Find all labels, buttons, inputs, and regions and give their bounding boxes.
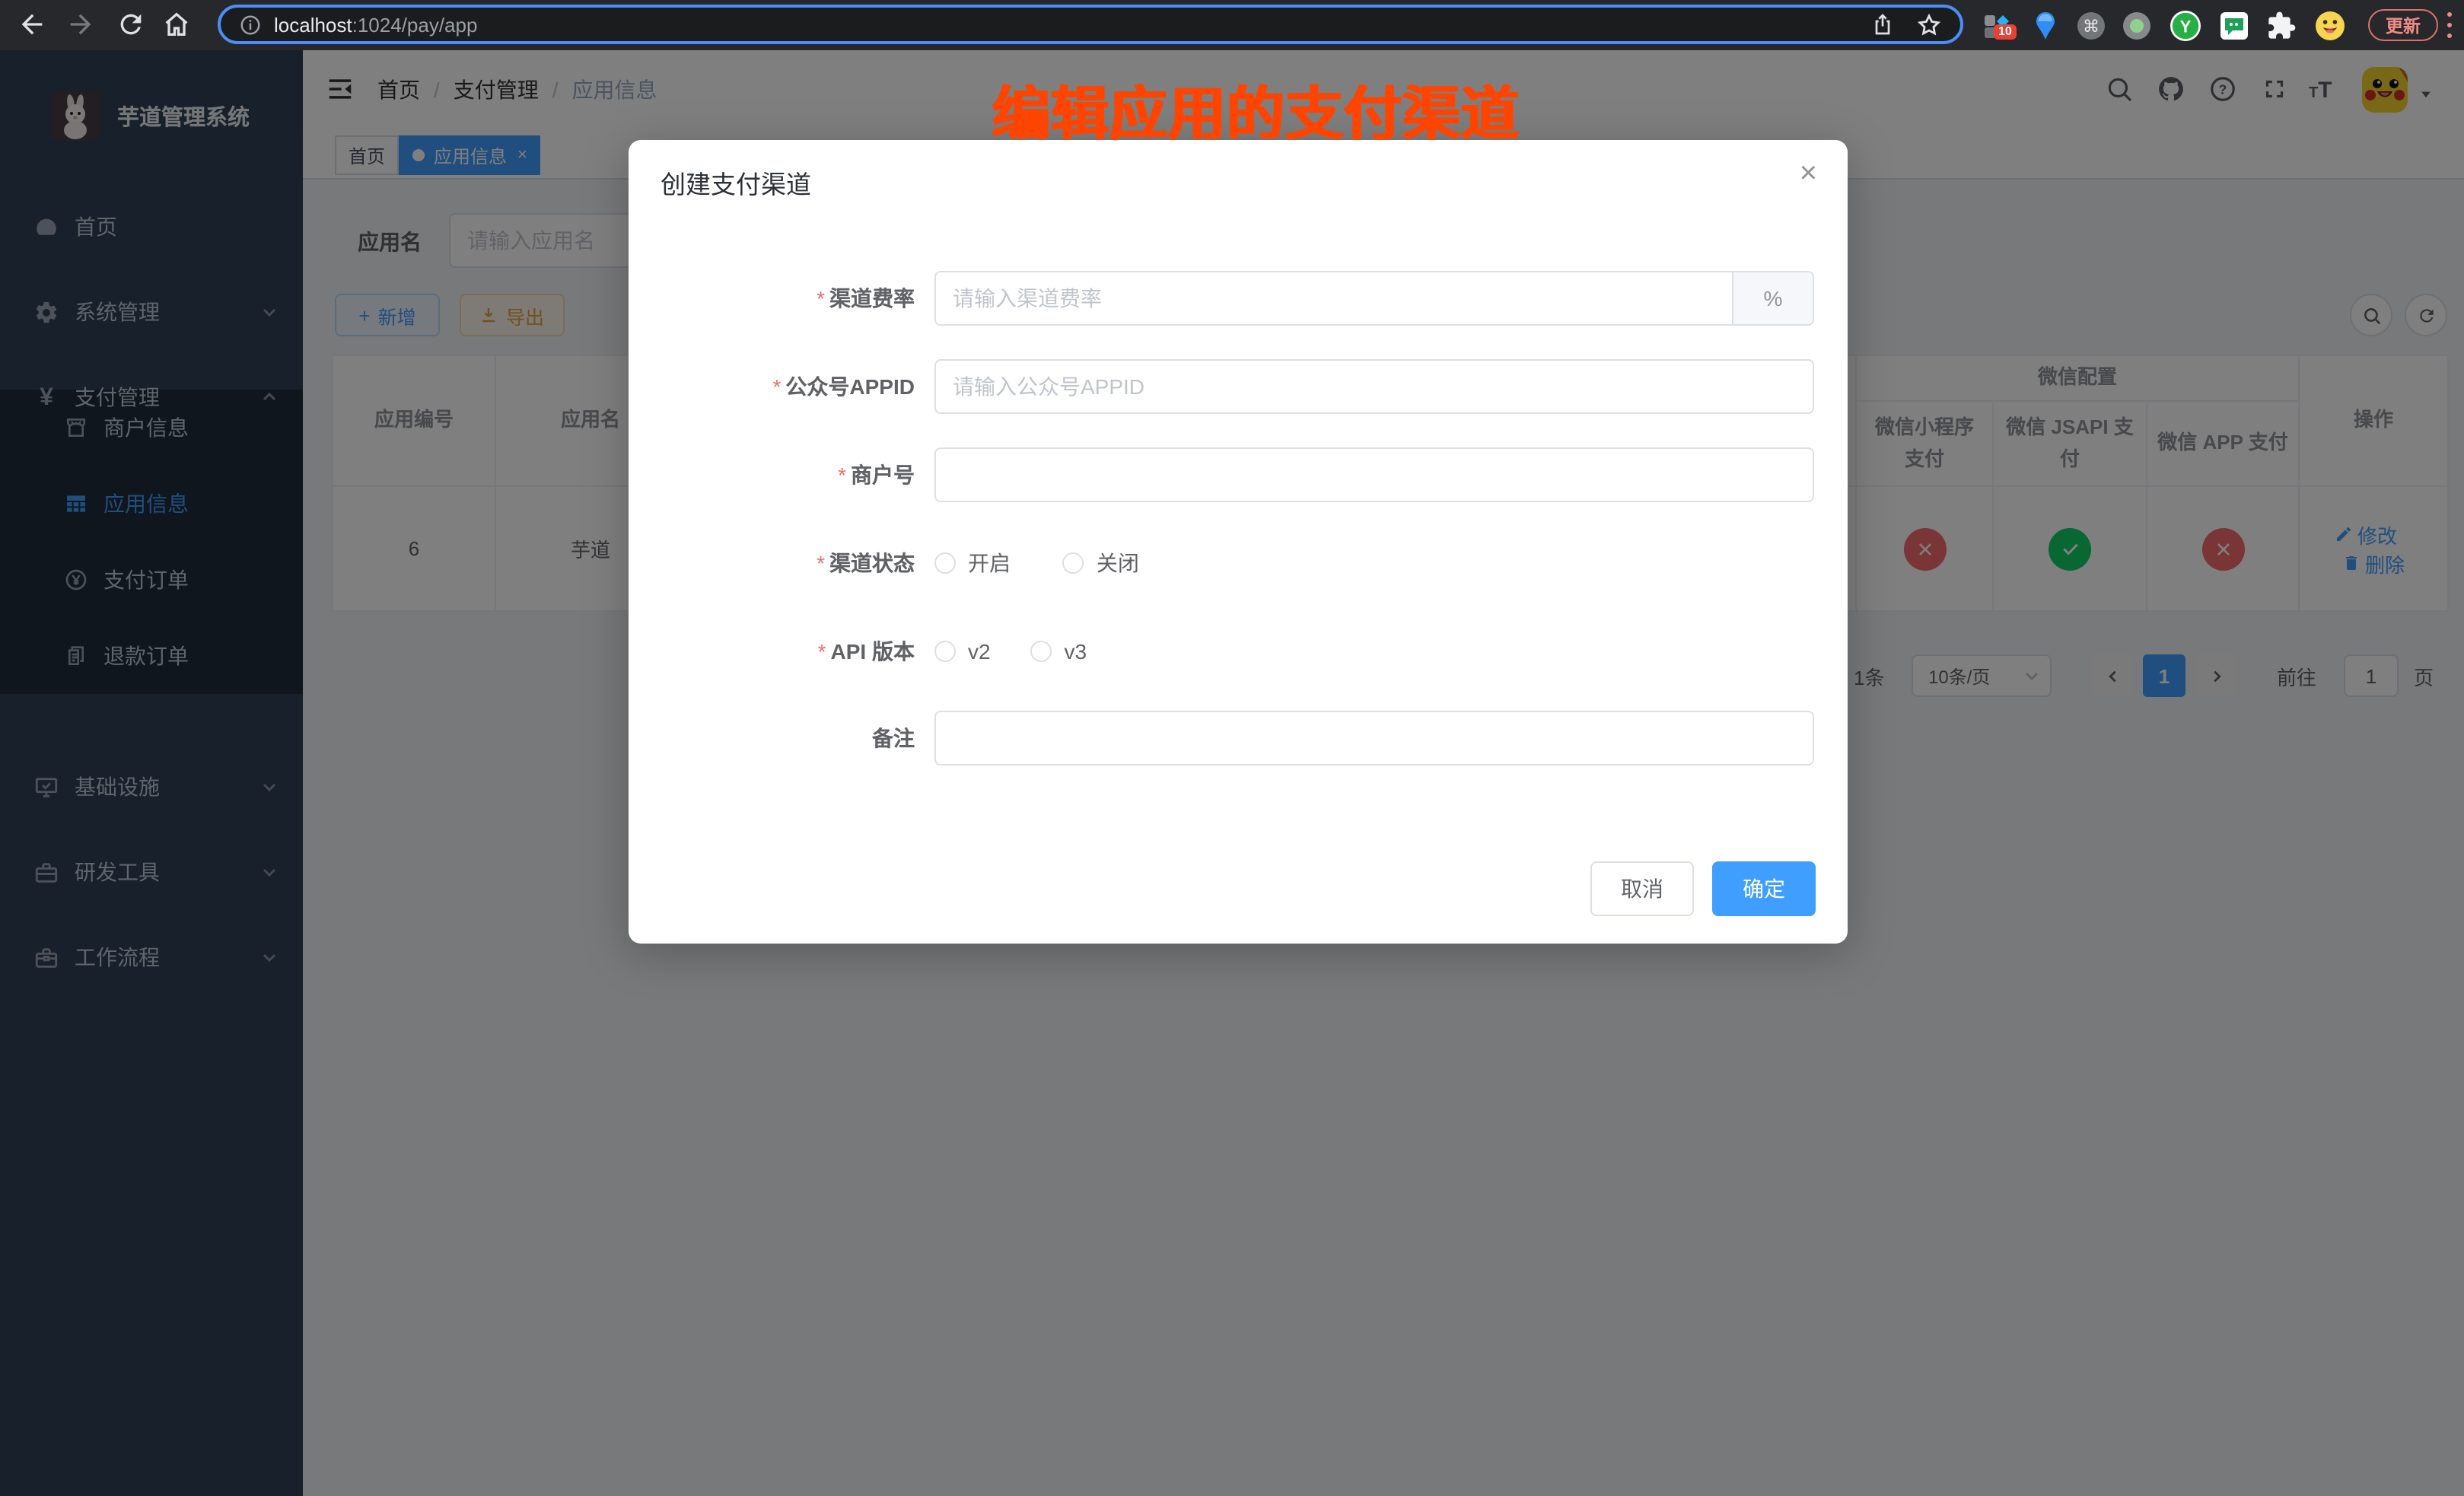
svg-text:⌘: ⌘ bbox=[2083, 17, 2099, 36]
extension-badge: 10 bbox=[1994, 24, 2017, 40]
api-label: *API 版本 bbox=[626, 624, 915, 679]
rate-suffix: % bbox=[1733, 271, 1814, 326]
dialog-title: 创建支付渠道 bbox=[661, 164, 811, 201]
create-channel-dialog: 创建支付渠道 × *渠道费率 % *公众号APPID *商户号 *渠道状态 开启… bbox=[629, 140, 1848, 944]
radio-icon bbox=[934, 552, 956, 574]
extension-chat-icon[interactable] bbox=[2219, 11, 2249, 41]
site-info-icon[interactable] bbox=[239, 13, 262, 36]
rate-field: % bbox=[934, 271, 1814, 326]
forward-icon[interactable] bbox=[65, 9, 96, 40]
profile-avatar-icon[interactable] bbox=[2315, 11, 2345, 41]
share-icon[interactable] bbox=[1870, 12, 1895, 37]
browser-window: localhost:1024/pay/app ⌘ Y 10 更新 bbox=[0, 0, 2464, 1496]
api-v2-radio[interactable]: v2 bbox=[934, 624, 991, 679]
extension-y-icon[interactable]: Y bbox=[2170, 11, 2201, 41]
appid-input[interactable] bbox=[934, 359, 1814, 414]
extension-balloon-icon[interactable] bbox=[2030, 11, 2061, 41]
status-field: 开启 关闭 bbox=[934, 536, 1814, 590]
reload-icon[interactable] bbox=[116, 9, 146, 40]
rate-label: *渠道费率 bbox=[626, 271, 915, 326]
remark-field bbox=[934, 711, 1814, 766]
svg-text:Y: Y bbox=[2180, 17, 2192, 36]
rate-input[interactable] bbox=[934, 271, 1733, 326]
back-icon[interactable] bbox=[17, 9, 47, 40]
remark-label: 备注 bbox=[626, 711, 915, 766]
status-on-radio[interactable]: 开启 bbox=[934, 536, 1011, 590]
appid-field bbox=[934, 359, 1814, 414]
extension-recorder-icon[interactable] bbox=[2122, 11, 2152, 41]
mch-field bbox=[934, 447, 1814, 502]
browser-menu-icon[interactable] bbox=[2447, 12, 2453, 38]
mch-input[interactable] bbox=[934, 447, 1814, 502]
cancel-button[interactable]: 取消 bbox=[1590, 861, 1694, 916]
appid-label: *公众号APPID bbox=[626, 359, 915, 414]
confirm-button[interactable]: 确定 bbox=[1712, 861, 1816, 916]
api-field: v2 v3 bbox=[934, 624, 1814, 679]
dialog-close-icon[interactable]: × bbox=[1800, 158, 1817, 189]
extensions-puzzle-icon[interactable] bbox=[2266, 11, 2297, 41]
status-off-radio[interactable]: 关闭 bbox=[1063, 536, 1139, 590]
radio-icon bbox=[934, 641, 956, 662]
home-icon[interactable] bbox=[161, 9, 192, 40]
api-v3-radio[interactable]: v3 bbox=[1031, 624, 1087, 679]
extension-command-icon[interactable]: ⌘ bbox=[2076, 11, 2106, 41]
mch-label: *商户号 bbox=[626, 447, 915, 502]
annotation-text: 编辑应用的支付渠道 bbox=[992, 67, 1520, 151]
browser-toolbar: localhost:1024/pay/app ⌘ Y 10 更新 bbox=[0, 0, 2464, 50]
url-text: localhost:1024/pay/app bbox=[274, 13, 477, 36]
remark-input[interactable] bbox=[934, 711, 1814, 766]
radio-icon bbox=[1063, 552, 1084, 574]
browser-update-button[interactable]: 更新 bbox=[2368, 9, 2438, 41]
bookmark-star-icon[interactable] bbox=[1916, 11, 1942, 37]
address-bar[interactable]: localhost:1024/pay/app bbox=[218, 5, 1963, 44]
radio-icon bbox=[1031, 641, 1052, 662]
status-label: *渠道状态 bbox=[626, 536, 915, 590]
